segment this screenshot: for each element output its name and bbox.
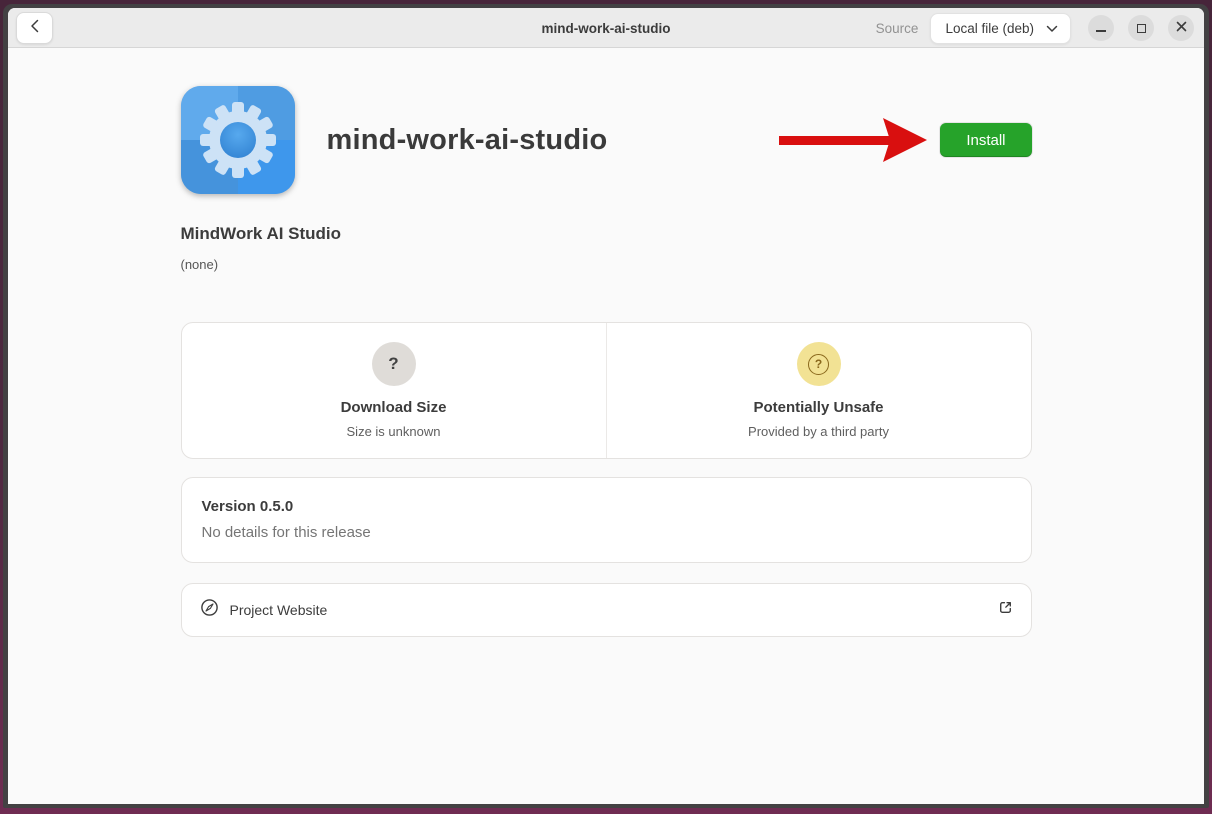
titlebar-right-cluster: Source Local file (deb) bbox=[876, 8, 1194, 48]
maximize-icon bbox=[1137, 24, 1146, 33]
tile-title: Potentially Unsafe bbox=[753, 399, 883, 416]
window-controls bbox=[1088, 15, 1194, 41]
source-label: Source bbox=[876, 21, 919, 36]
install-button[interactable]: Install bbox=[940, 123, 1031, 157]
close-button[interactable] bbox=[1168, 15, 1194, 41]
source-dropdown[interactable]: Local file (deb) bbox=[930, 13, 1071, 44]
content-area: mind-work-ai-studio Install MindWork AI … bbox=[8, 48, 1204, 804]
tile-title: Download Size bbox=[341, 399, 447, 416]
window-frame: mind-work-ai-studio Source Local file (d… bbox=[3, 4, 1209, 808]
maximize-button[interactable] bbox=[1128, 15, 1154, 41]
compass-icon bbox=[200, 598, 219, 622]
titlebar: mind-work-ai-studio Source Local file (d… bbox=[8, 8, 1204, 48]
chevron-down-icon bbox=[1046, 21, 1058, 36]
back-button[interactable] bbox=[16, 12, 53, 44]
chevron-left-icon bbox=[29, 19, 41, 38]
version-card: Version 0.5.0 No details for this releas… bbox=[181, 477, 1032, 563]
page-title: mind-work-ai-studio bbox=[327, 124, 608, 157]
question-mark-circled-icon: ? bbox=[797, 342, 841, 386]
safety-tile[interactable]: ? Potentially Unsafe Provided by a third… bbox=[606, 323, 1031, 458]
tile-subtitle: Size is unknown bbox=[347, 424, 441, 439]
app-icon bbox=[181, 86, 295, 194]
close-icon bbox=[1176, 19, 1187, 37]
context-tiles-card: ? Download Size Size is unknown ? Potent… bbox=[181, 322, 1032, 459]
minimize-icon bbox=[1096, 30, 1106, 32]
version-title: Version 0.5.0 bbox=[202, 498, 1011, 515]
question-mark-icon: ? bbox=[372, 342, 416, 386]
project-website-row[interactable]: Project Website bbox=[181, 583, 1032, 637]
software-window: mind-work-ai-studio Source Local file (d… bbox=[8, 8, 1204, 804]
app-developer: (none) bbox=[181, 257, 1032, 272]
app-display-name: MindWork AI Studio bbox=[181, 224, 1032, 244]
tile-subtitle: Provided by a third party bbox=[748, 424, 889, 439]
app-header: mind-work-ai-studio Install bbox=[181, 86, 1032, 194]
download-size-tile[interactable]: ? Download Size Size is unknown bbox=[182, 323, 606, 458]
external-link-icon bbox=[997, 599, 1014, 621]
red-arrow-annotation bbox=[777, 117, 927, 163]
minimize-button[interactable] bbox=[1088, 15, 1114, 41]
source-dropdown-value: Local file (deb) bbox=[945, 21, 1034, 36]
version-subtitle: No details for this release bbox=[202, 524, 1011, 541]
desktop-background: mind-work-ai-studio Source Local file (d… bbox=[0, 0, 1212, 814]
website-label: Project Website bbox=[230, 602, 328, 618]
